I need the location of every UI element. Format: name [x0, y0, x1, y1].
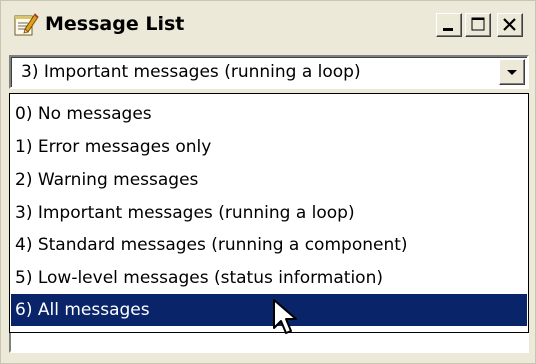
option-standard-messages[interactable]: 4) Standard messages (running a componen… — [11, 229, 527, 261]
message-list-window: Message List 3) Important messages (runn… — [0, 0, 536, 364]
combobox-selected-value: 3) Important messages (running a loop) — [21, 62, 361, 82]
dropdown-button[interactable] — [499, 59, 525, 85]
option-all-messages[interactable]: 6) All messages — [11, 294, 527, 326]
close-button[interactable] — [497, 13, 523, 37]
maximize-button[interactable] — [465, 13, 491, 37]
mouse-pointer-icon — [272, 298, 302, 338]
message-level-dropdown-list[interactable]: 0) No messages 1) Error messages only 2)… — [9, 93, 529, 333]
option-warning-messages[interactable]: 2) Warning messages — [11, 164, 527, 196]
title-bar[interactable]: Message List — [7, 7, 531, 43]
minimize-button[interactable] — [436, 13, 462, 37]
option-error-messages-only[interactable]: 1) Error messages only — [11, 131, 527, 163]
edit-notepad-icon — [13, 11, 39, 37]
window-title: Message List — [45, 13, 185, 35]
option-no-messages[interactable]: 0) No messages — [11, 98, 527, 130]
message-level-combobox[interactable]: 3) Important messages (running a loop) — [9, 55, 529, 89]
option-important-messages[interactable]: 3) Important messages (running a loop) — [11, 197, 527, 229]
option-low-level-messages[interactable]: 5) Low-level messages (status informatio… — [11, 262, 527, 294]
message-list-area — [9, 333, 529, 353]
